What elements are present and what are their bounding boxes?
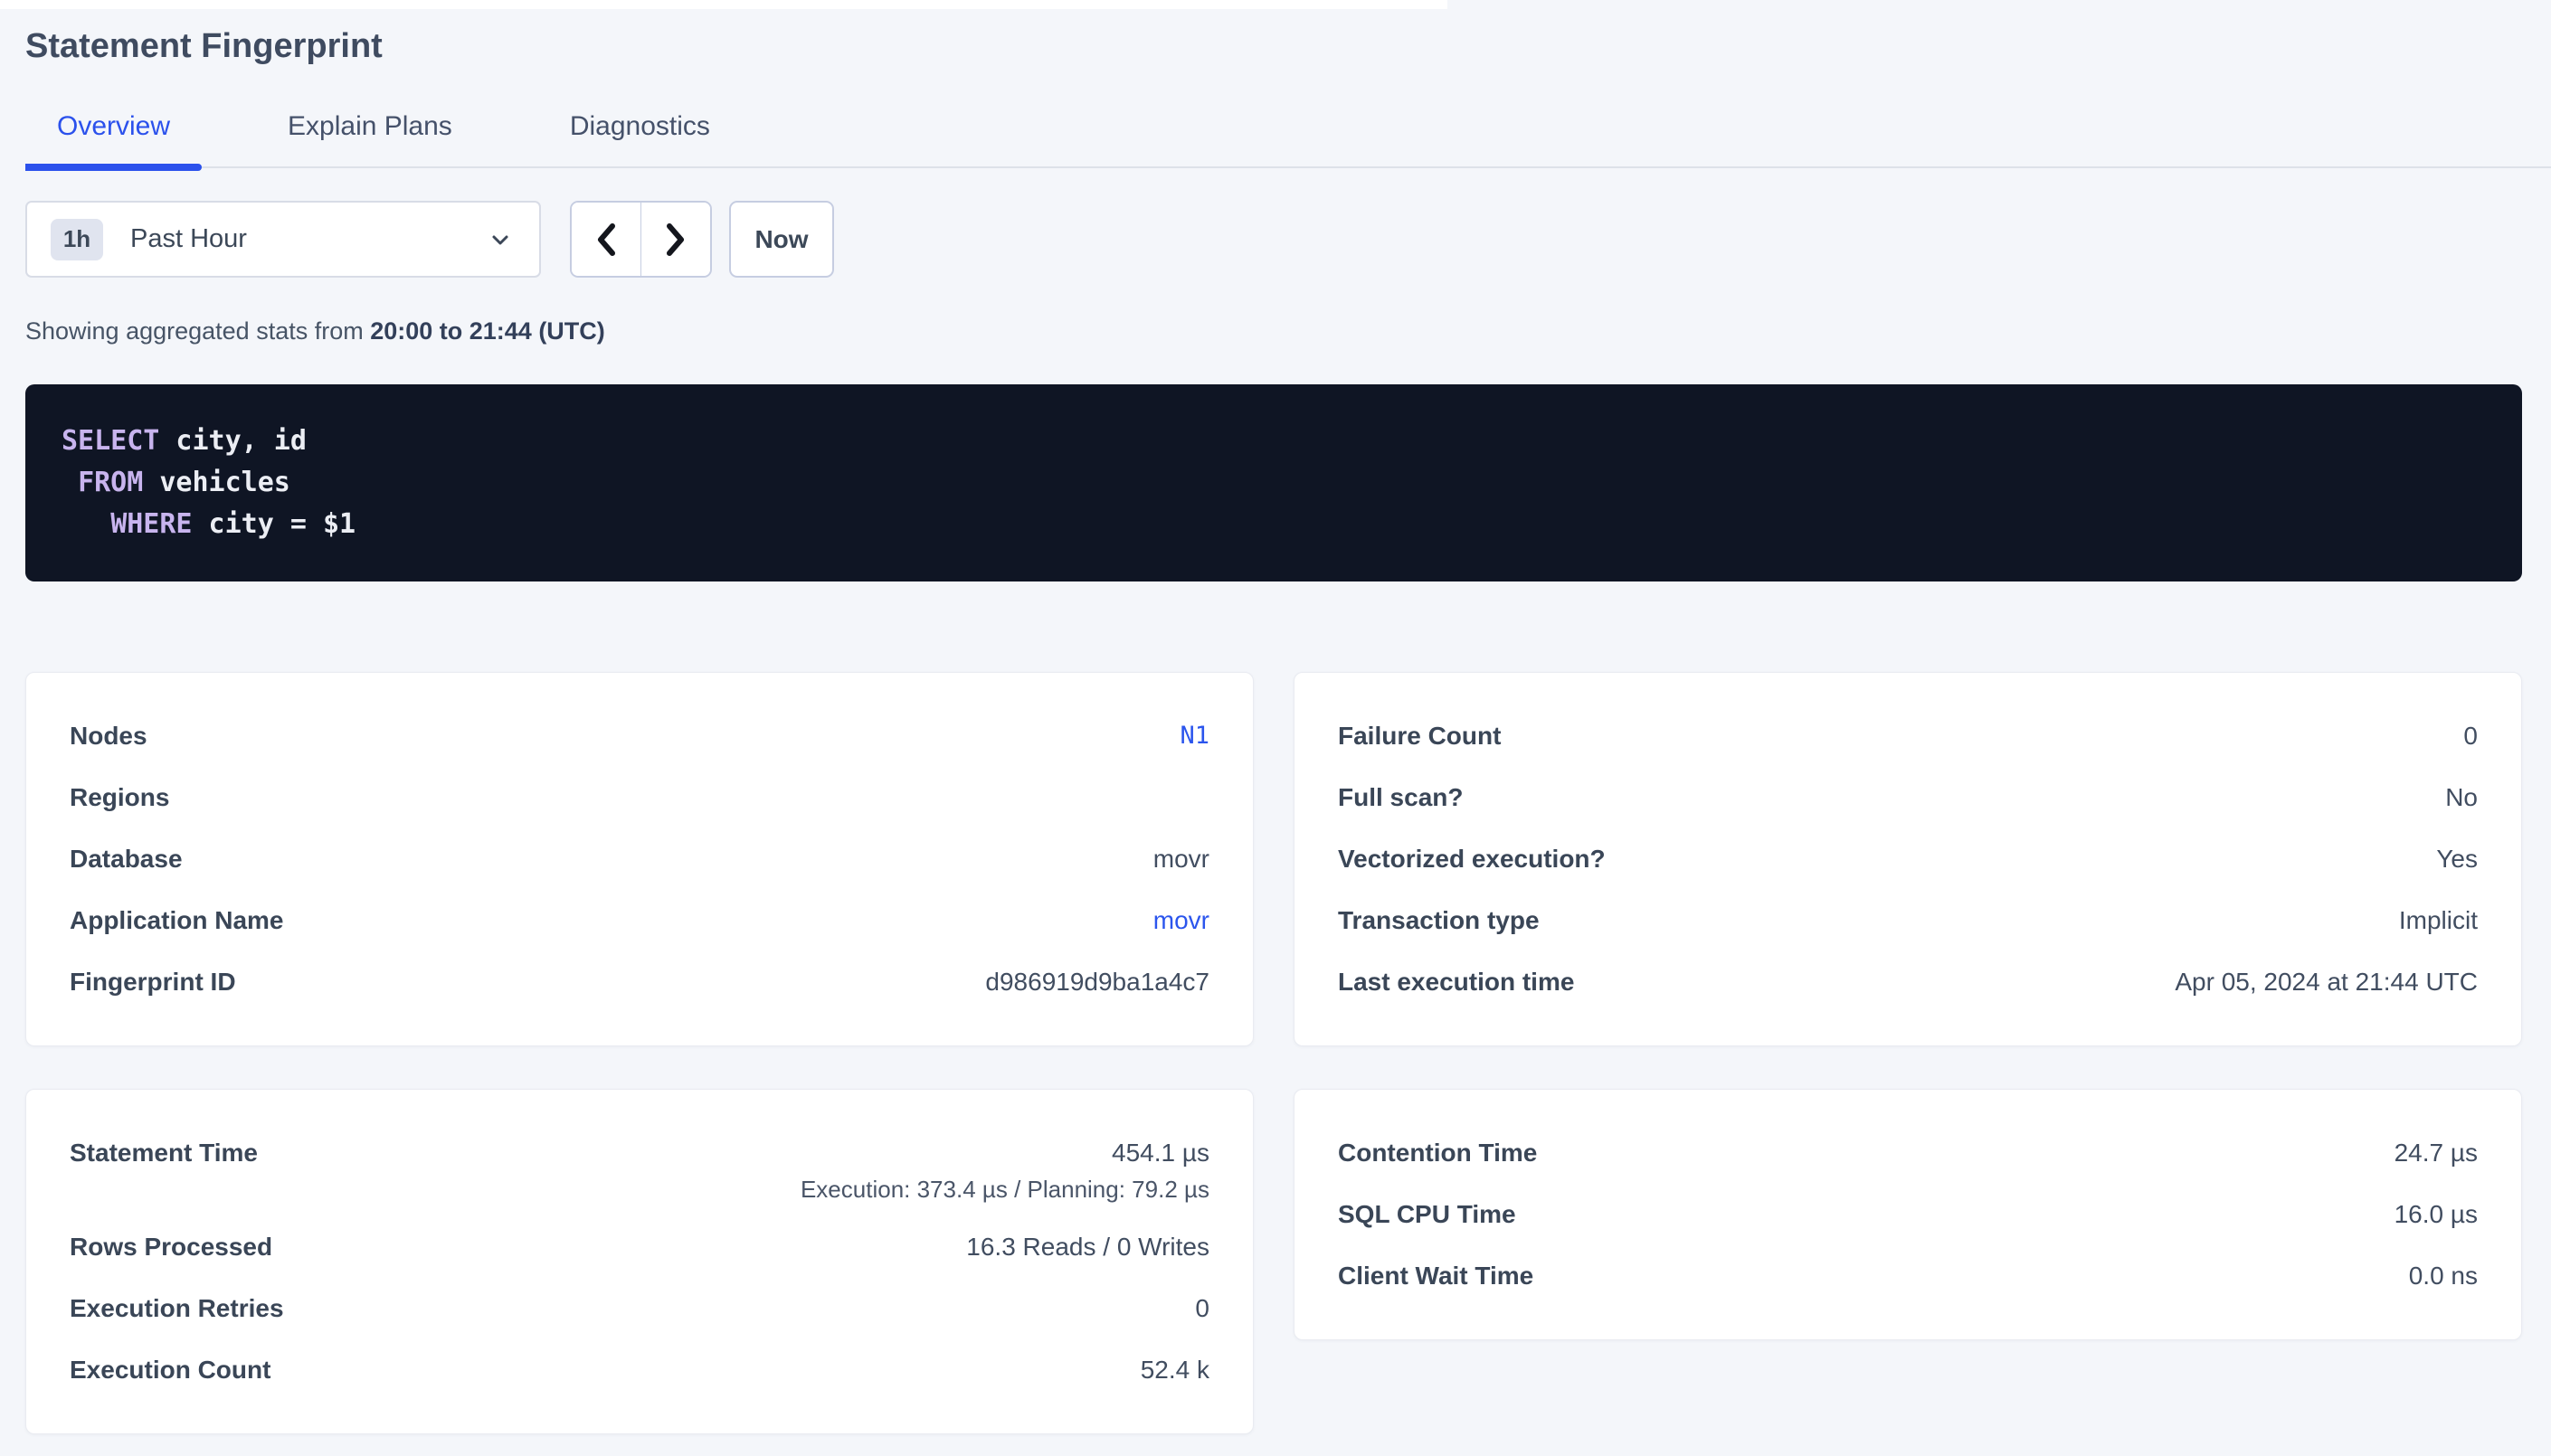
chevron-left-icon [594, 222, 618, 258]
row-value: Apr 05, 2024 at 21:44 UTC [2175, 964, 2478, 1000]
now-button[interactable]: Now [729, 201, 834, 278]
row-label: Contention Time [1338, 1135, 1537, 1171]
application-name-link[interactable]: movr [1153, 903, 1209, 939]
sql-keyword: FROM [78, 467, 143, 498]
row-label: SQL CPU Time [1338, 1196, 1516, 1233]
row-label: Execution Retries [70, 1291, 284, 1327]
row-value: 454.1 µs [1112, 1135, 1209, 1171]
statement-time-values: 454.1 µs Execution: 373.4 µs / Planning:… [801, 1135, 1209, 1204]
row-value: 52.4 k [1141, 1352, 1209, 1388]
sql-text: city = $1 [193, 508, 356, 540]
tab-explain-plans[interactable]: Explain Plans [256, 110, 484, 166]
nodes-link[interactable]: N1 [1180, 718, 1209, 754]
tab-diagnostics-label: Diagnostics [570, 111, 710, 141]
row-label: Database [70, 841, 183, 877]
detail-row-contention-time: Contention Time 24.7 µs [1338, 1135, 2478, 1171]
sql-line: FROM vehicles [62, 462, 2486, 504]
statement-details-card: Nodes N1 Regions Database movr Applicati… [25, 672, 1254, 1046]
sql-indent [62, 467, 78, 498]
statement-times-card: Statement Time 454.1 µs Execution: 373.4… [25, 1089, 1254, 1434]
statement-fingerprint-page: Statement Fingerprint Overview Explain P… [0, 25, 2551, 1434]
sql-line: WHERE city = $1 [62, 504, 2486, 545]
tab-overview-label: Overview [57, 111, 170, 141]
sql-text: city, id [159, 425, 307, 457]
detail-row-full-scan: Full scan? No [1338, 780, 2478, 816]
row-value: No [2445, 780, 2478, 816]
detail-row-nodes: Nodes N1 [70, 718, 1209, 754]
detail-row-sql-cpu-time: SQL CPU Time 16.0 µs [1338, 1196, 2478, 1233]
detail-row-statement-time: Statement Time 454.1 µs Execution: 373.4… [70, 1135, 1209, 1204]
detail-row-failure-count: Failure Count 0 [1338, 718, 2478, 754]
aggregated-stats-line: Showing aggregated stats from 20:00 to 2… [25, 316, 2522, 346]
sql-keyword: WHERE [110, 508, 192, 540]
time-range-label: Past Hour [130, 224, 488, 254]
top-strip [0, 0, 1447, 9]
row-label: Transaction type [1338, 903, 1540, 939]
detail-row-execution-retries: Execution Retries 0 [70, 1291, 1209, 1327]
sql-indent [62, 508, 110, 540]
row-value: 0.0 ns [2409, 1258, 2478, 1294]
row-subvalue: Execution: 373.4 µs / Planning: 79.2 µs [801, 1175, 1209, 1204]
row-label: Application Name [70, 903, 283, 939]
tab-explain-plans-label: Explain Plans [288, 111, 452, 141]
detail-row-client-wait-time: Client Wait Time 0.0 ns [1338, 1258, 2478, 1294]
detail-row-database: Database movr [70, 841, 1209, 877]
detail-row-fingerprint-id: Fingerprint ID d986919d9ba1a4c7 [70, 964, 1209, 1000]
row-value: Implicit [2399, 903, 2478, 939]
summary-cards: Nodes N1 Regions Database movr Applicati… [25, 672, 2522, 1434]
row-value: 0 [1195, 1291, 1209, 1327]
detail-row-vectorized: Vectorized execution? Yes [1338, 841, 2478, 877]
row-value: 24.7 µs [2395, 1135, 2478, 1171]
row-label: Last execution time [1338, 964, 1574, 1000]
chevron-down-icon [488, 228, 512, 251]
previous-interval-button[interactable] [572, 203, 641, 276]
detail-row-regions: Regions [70, 780, 1209, 816]
detail-row-last-execution-time: Last execution time Apr 05, 2024 at 21:4… [1338, 964, 2478, 1000]
next-interval-button[interactable] [641, 203, 711, 276]
tab-overview[interactable]: Overview [25, 110, 202, 166]
page-title: Statement Fingerprint [25, 25, 2522, 67]
sql-line: SELECT city, id [62, 421, 2486, 462]
row-label: Regions [70, 780, 169, 816]
row-label: Failure Count [1338, 718, 1501, 754]
chevron-right-icon [664, 222, 688, 258]
time-controls: 1h Past Hour Now [25, 201, 2522, 278]
row-label: Statement Time [70, 1135, 258, 1171]
row-label: Fingerprint ID [70, 964, 236, 1000]
row-value: 16.0 µs [2395, 1196, 2478, 1233]
time-step-button-group [570, 201, 712, 278]
stats-line-range: 20:00 to 21:44 (UTC) [370, 317, 605, 345]
row-label: Nodes [70, 718, 147, 754]
sql-text: vehicles [143, 467, 290, 498]
time-range-dropdown[interactable]: 1h Past Hour [25, 201, 541, 278]
detail-row-application-name: Application Name movr [70, 903, 1209, 939]
row-value: 0 [2463, 718, 2478, 754]
execution-attributes-card: Failure Count 0 Full scan? No Vectorized… [1294, 672, 2522, 1046]
sql-statement-box: SELECT city, id FROM vehicles WHERE city… [25, 384, 2522, 581]
row-label: Execution Count [70, 1352, 270, 1388]
stats-line-prefix: Showing aggregated stats from [25, 317, 370, 345]
detail-row-transaction-type: Transaction type Implicit [1338, 903, 2478, 939]
row-value: movr [1153, 841, 1209, 877]
sql-keyword: SELECT [62, 425, 159, 457]
row-label: Client Wait Time [1338, 1258, 1533, 1294]
row-value: d986919d9ba1a4c7 [985, 964, 1209, 1000]
row-value: 16.3 Reads / 0 Writes [966, 1229, 1209, 1265]
detail-row-execution-count: Execution Count 52.4 k [70, 1352, 1209, 1388]
row-label: Full scan? [1338, 780, 1463, 816]
tab-diagnostics[interactable]: Diagnostics [538, 110, 742, 166]
row-value: Yes [2436, 841, 2478, 877]
interval-badge: 1h [51, 219, 103, 260]
detail-row-rows-processed: Rows Processed 16.3 Reads / 0 Writes [70, 1229, 1209, 1265]
row-label: Vectorized execution? [1338, 841, 1606, 877]
wait-times-card: Contention Time 24.7 µs SQL CPU Time 16.… [1294, 1089, 2522, 1340]
row-label: Rows Processed [70, 1229, 272, 1265]
tab-bar: Overview Explain Plans Diagnostics [25, 110, 2551, 168]
